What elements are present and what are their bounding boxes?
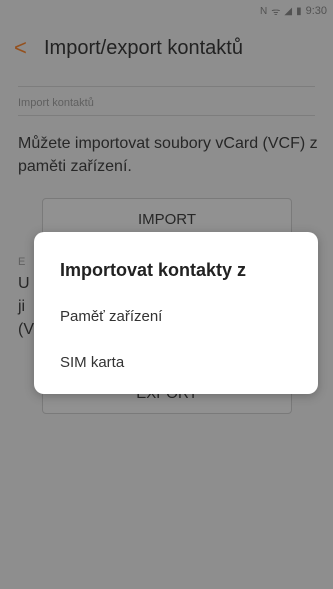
option-sim-card[interactable]: SIM karta <box>60 354 124 371</box>
dialog-title: Importovat kontakty z <box>60 260 247 280</box>
option-device-storage[interactable]: Paměť zařízení <box>60 308 162 325</box>
import-source-dialog: Importovat kontakty z Paměť zařízení SIM… <box>34 232 318 394</box>
